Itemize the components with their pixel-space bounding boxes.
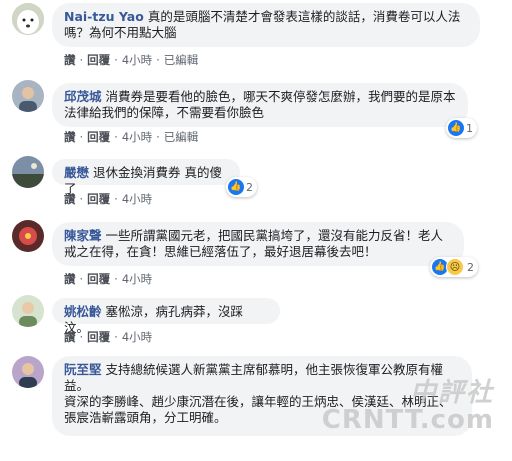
avatar[interactable]: [12, 3, 44, 35]
comment-text: 消費券是要看他的臉色，哪天不爽停發怎麼辦，我們要的是原本法律給我們的保障，不需要…: [64, 89, 456, 120]
comment-bubble: 姚松齡 塞倯涼，病孔病莽，沒踩汶。: [52, 298, 280, 335]
avatar[interactable]: [12, 356, 44, 388]
reply-button[interactable]: 回覆: [87, 272, 110, 286]
edited-label[interactable]: 已編輯: [164, 53, 199, 67]
reply-button[interactable]: 回覆: [87, 330, 110, 344]
timestamp[interactable]: 4小時: [122, 192, 152, 206]
sad-reaction-icon: ☹: [446, 258, 464, 276]
like-icon: 👍: [228, 179, 244, 195]
like-button[interactable]: 讚: [64, 272, 76, 286]
comment-actions: 讚 · 回覆 · 4小時: [64, 330, 153, 344]
comment-text: 支持總統候選人新黨黨主席郁慕明，他主張恢復軍公教原有權益。 資深的李勝峰、趙少康…: [64, 362, 452, 425]
comment-bubble: 嚴懋 退休金換消費券 真的傻了: [52, 159, 240, 196]
like-button[interactable]: 讚: [64, 330, 76, 344]
avatar[interactable]: [12, 220, 44, 252]
commenter-name[interactable]: 姚松齡: [64, 304, 102, 319]
comment-actions: 讚 · 回覆 · 4小時: [64, 192, 153, 206]
commenter-name[interactable]: Nai-tzu Yao: [64, 9, 144, 24]
commenter-name[interactable]: 阮至堅: [64, 362, 102, 377]
person-avatar-icon: [12, 80, 44, 112]
comment-bubble: Nai-tzu Yao 真的是頭腦不清楚才會發表這樣的談話，消費卷可以人法嗎？為何…: [52, 3, 480, 47]
comment-actions: 讚 · 回覆 · 4小時 · 已編輯: [64, 53, 199, 67]
reply-button[interactable]: 回覆: [87, 130, 110, 144]
comment-actions: 讚 · 回覆 · 4小時 · 已編輯: [64, 130, 199, 144]
comment-actions: 讚 · 回覆 · 4小時: [64, 272, 153, 286]
reply-button[interactable]: 回覆: [87, 192, 110, 206]
commenter-name[interactable]: 邱茂城: [64, 89, 102, 104]
landscape-avatar-icon: [12, 156, 44, 188]
avatar[interactable]: [12, 295, 44, 327]
avatar[interactable]: [12, 80, 44, 112]
comment-bubble: 阮至堅 支持總統候選人新黨黨主席郁慕明，他主張恢復軍公教原有權益。 資深的李勝峰、…: [52, 356, 472, 436]
dog-avatar-icon: [12, 3, 44, 35]
comment-bubble: 陳家聲 一些所謂黨國元老，把國民黨搞垮了，還沒有能力反省！老人戒之在得，在貪！思維…: [52, 222, 464, 266]
commenter-name[interactable]: 嚴懋: [64, 165, 89, 180]
like-button[interactable]: 讚: [64, 53, 76, 67]
reaction-count[interactable]: 👍 ☹ 2: [430, 257, 478, 277]
timestamp[interactable]: 4小時: [122, 130, 152, 144]
like-icon: 👍: [448, 120, 464, 136]
comment-text: 一些所謂黨國元老，把國民黨搞垮了，還沒有能力反省！老人戒之在得，在貪！思維已經落…: [64, 228, 444, 259]
reaction-count[interactable]: 👍 2: [226, 177, 257, 197]
flower-avatar-icon: [12, 220, 44, 252]
timestamp[interactable]: 4小時: [122, 53, 152, 67]
reaction-count[interactable]: 👍 1: [446, 118, 477, 138]
timestamp[interactable]: 4小時: [122, 272, 152, 286]
timestamp[interactable]: 4小時: [122, 330, 152, 344]
like-button[interactable]: 讚: [64, 130, 76, 144]
edited-label[interactable]: 已編輯: [164, 130, 199, 144]
avatar[interactable]: [12, 156, 44, 188]
commenter-name[interactable]: 陳家聲: [64, 228, 102, 243]
person-avatar-icon: [12, 295, 44, 327]
person-avatar-icon: [12, 356, 44, 388]
like-button[interactable]: 讚: [64, 192, 76, 206]
reply-button[interactable]: 回覆: [87, 53, 110, 67]
comment-bubble: 邱茂城 消費券是要看他的臉色，哪天不爽停發怎麼辦，我們要的是原本法律給我們的保障，…: [52, 83, 468, 127]
